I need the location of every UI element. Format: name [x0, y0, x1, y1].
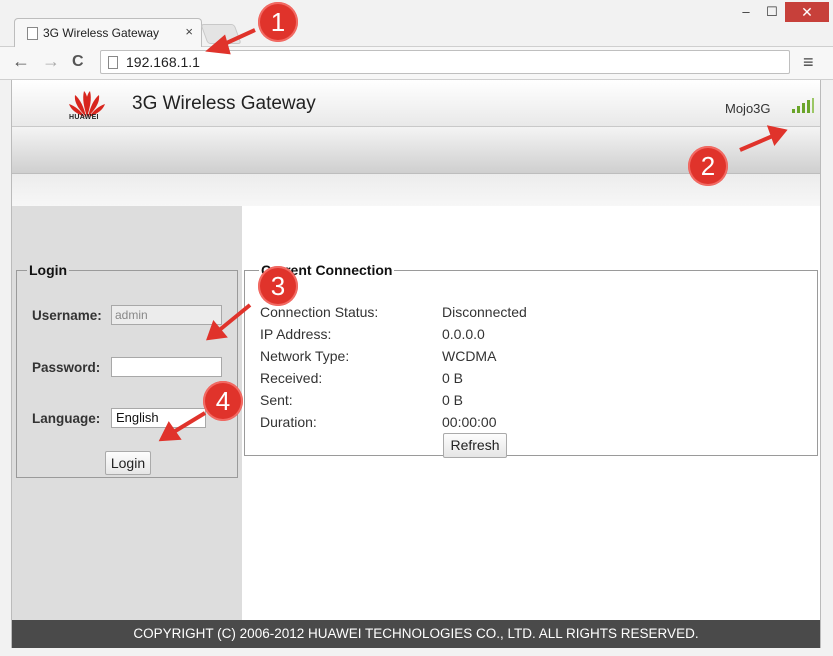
annotation-badge-1: 1 — [258, 2, 298, 42]
annotation-badge-2: 2 — [688, 146, 728, 186]
annotation-badge-3: 3 — [258, 266, 298, 306]
annotation-badge-4: 4 — [203, 381, 243, 421]
annotation-arrows — [158, 28, 788, 442]
